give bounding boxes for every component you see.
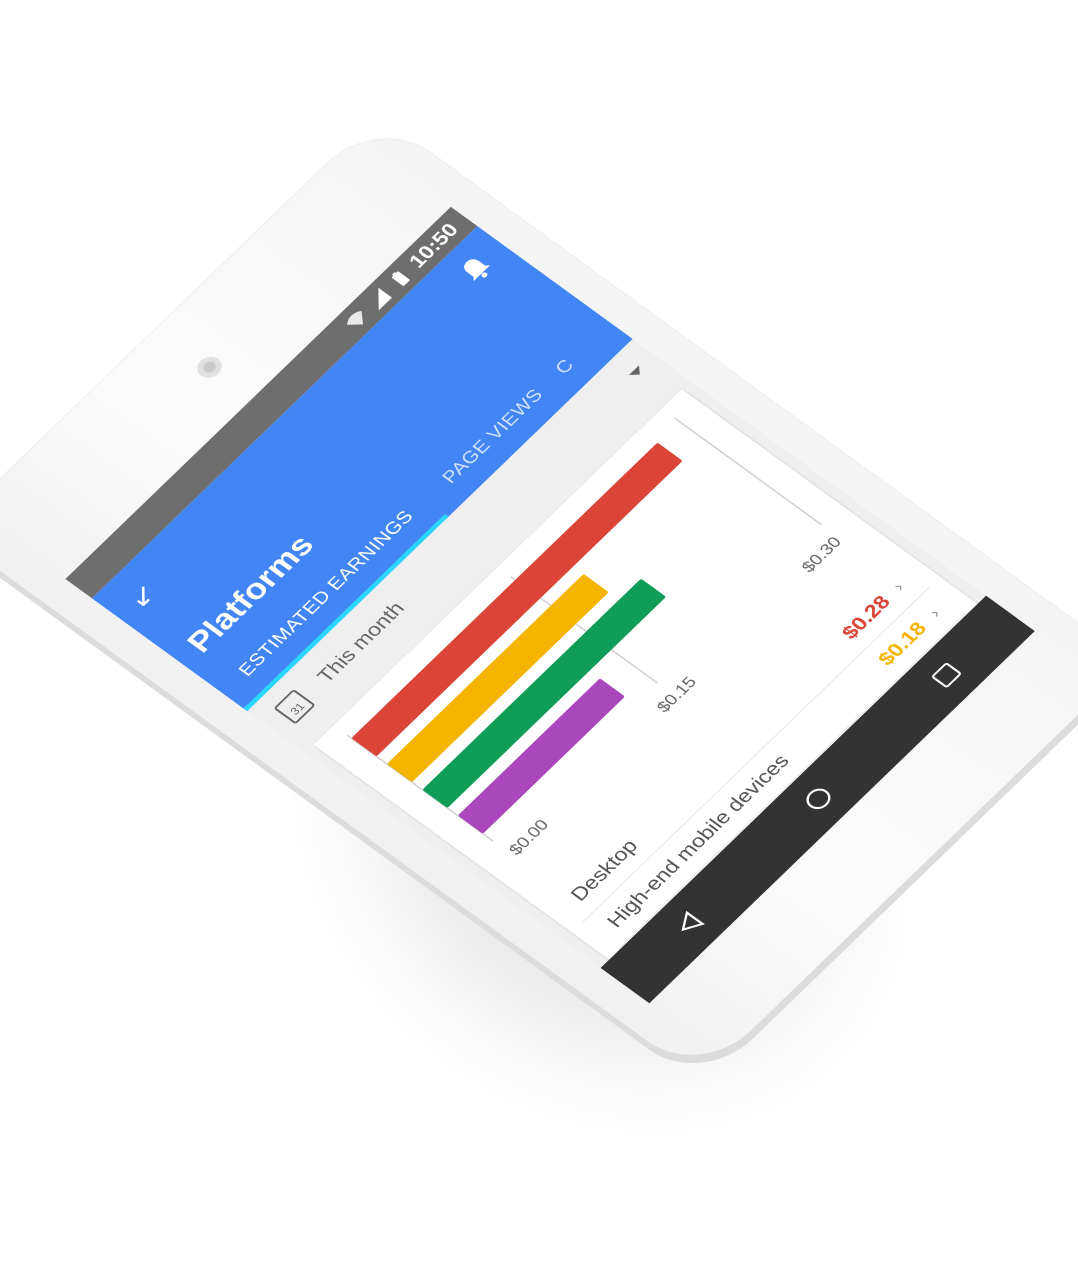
- back-triangle-icon[interactable]: [669, 906, 710, 940]
- calendar-icon: 31: [273, 688, 316, 725]
- recents-square-icon[interactable]: [928, 659, 966, 691]
- bell-icon[interactable]: [455, 251, 497, 287]
- dropdown-caret-icon[interactable]: [628, 365, 645, 380]
- grid-line: [674, 417, 822, 526]
- tick-label: $0.30: [797, 533, 845, 576]
- tick-label: $0.15: [652, 673, 700, 716]
- calendar-day: 31: [287, 700, 308, 718]
- chevron-right-icon: ›: [924, 605, 944, 621]
- signal-icon: [378, 287, 392, 311]
- home-circle-icon[interactable]: [798, 782, 839, 816]
- wifi-icon: [346, 311, 363, 326]
- speaker-grille: [191, 352, 227, 383]
- arrow-back-icon[interactable]: ↙: [121, 578, 165, 614]
- tick-label: $0.00: [505, 816, 553, 859]
- chevron-right-icon: ›: [888, 578, 908, 594]
- battery-icon: [391, 271, 410, 287]
